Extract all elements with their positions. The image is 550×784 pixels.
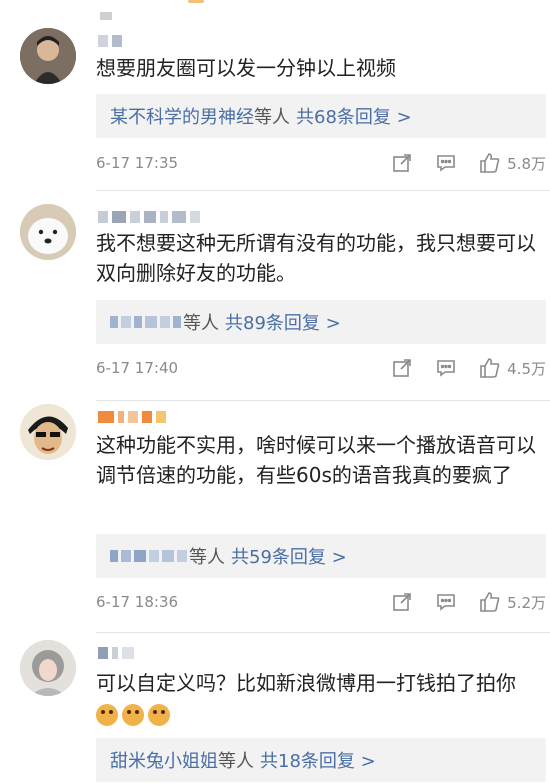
like-icon[interactable] xyxy=(479,591,501,613)
comment-meta: 6-17 18:36 5.2万 xyxy=(96,591,546,613)
comment-icon[interactable] xyxy=(435,591,457,613)
comment-item: 这种功能不实用，啥时候可以来一个播放语音可以调节倍速的功能，有些60s的语音我真… xyxy=(0,400,550,632)
reply-count-link[interactable]: 共89条回复 > xyxy=(225,309,341,335)
reply-names[interactable]: 某不科学的男神经 xyxy=(110,103,254,129)
like-count: 5.8万 xyxy=(507,154,546,173)
reply-suffix: 等人 xyxy=(254,107,290,128)
like-icon[interactable] xyxy=(479,357,501,379)
share-icon[interactable] xyxy=(391,152,413,174)
username-blurred[interactable] xyxy=(98,34,122,48)
like-button[interactable]: 5.2万 xyxy=(479,591,546,613)
timestamp: 6-17 17:40 xyxy=(96,359,179,377)
reply-names-blurred[interactable] xyxy=(110,550,187,562)
doge-emoji-icon xyxy=(96,704,118,726)
avatar[interactable] xyxy=(20,204,76,260)
timestamp: 6-17 18:36 xyxy=(96,593,179,611)
comment-item: 我不想要这种无所谓有没有的功能，我只想要可以双向删除好友的功能。 等人 共89条… xyxy=(0,190,550,400)
comment-icon[interactable] xyxy=(435,152,457,174)
doge-emoji-icon xyxy=(148,704,170,726)
avatar[interactable] xyxy=(20,404,76,460)
username-blurred[interactable] xyxy=(98,646,134,660)
share-icon[interactable] xyxy=(391,591,413,613)
share-icon[interactable] xyxy=(391,357,413,379)
reply-summary[interactable]: 等人 共89条回复 > xyxy=(96,300,546,344)
like-count: 5.2万 xyxy=(507,593,546,612)
like-button[interactable]: 5.8万 xyxy=(479,152,546,174)
reply-count-link[interactable]: 共68条回复 > xyxy=(296,103,412,129)
avatar[interactable] xyxy=(20,28,76,84)
like-button[interactable]: 4.5万 xyxy=(479,357,546,379)
comment-text: 我不想要这种无所谓有没有的功能，我只想要可以双向删除好友的功能。 xyxy=(96,231,536,285)
doge-emoji-icon xyxy=(122,704,144,726)
reply-suffix: 等人 xyxy=(189,547,225,568)
comment-text: 可以自定义吗？比如新浪微博用一打钱拍了拍你 xyxy=(96,671,516,695)
like-icon[interactable] xyxy=(479,152,501,174)
emoji-row xyxy=(96,704,170,726)
avatar[interactable] xyxy=(20,640,76,696)
username-blurred[interactable] xyxy=(98,410,166,424)
comment-text: 这种功能不实用，啥时候可以来一个播放语音可以调节倍速的功能，有些60s的语音我真… xyxy=(96,433,536,487)
reply-names-blurred[interactable] xyxy=(110,316,181,328)
reply-count-link[interactable]: 共59条回复 > xyxy=(231,543,347,569)
reply-suffix: 等人 xyxy=(183,313,219,334)
reply-suffix: 等人 xyxy=(218,751,254,772)
comment-meta: 6-17 17:35 5.8万 xyxy=(96,152,546,174)
comment-item: 想要朋友圈可以发一分钟以上视频 某不科学的男神经 等人 共68条回复 > 6-1… xyxy=(0,0,550,190)
reply-summary[interactable]: 等人 共59条回复 > xyxy=(96,534,546,578)
comment-icon[interactable] xyxy=(435,357,457,379)
reply-count-link[interactable]: 共18条回复 > xyxy=(260,747,376,773)
like-count: 4.5万 xyxy=(507,359,546,378)
reply-summary[interactable]: 某不科学的男神经 等人 共68条回复 > xyxy=(96,94,546,138)
comment-meta: 6-17 17:40 4.5万 xyxy=(96,357,546,379)
comment-text: 想要朋友圈可以发一分钟以上视频 xyxy=(96,56,396,80)
username-blurred[interactable] xyxy=(98,210,200,224)
reply-names[interactable]: 甜米兔小姐姐 xyxy=(110,747,218,773)
timestamp: 6-17 17:35 xyxy=(96,154,179,172)
comment-item: 可以自定义吗？比如新浪微博用一打钱拍了拍你 甜米兔小姐姐 等人 共18条回复 > xyxy=(0,632,550,784)
reply-summary[interactable]: 甜米兔小姐姐 等人 共18条回复 > xyxy=(96,738,546,782)
